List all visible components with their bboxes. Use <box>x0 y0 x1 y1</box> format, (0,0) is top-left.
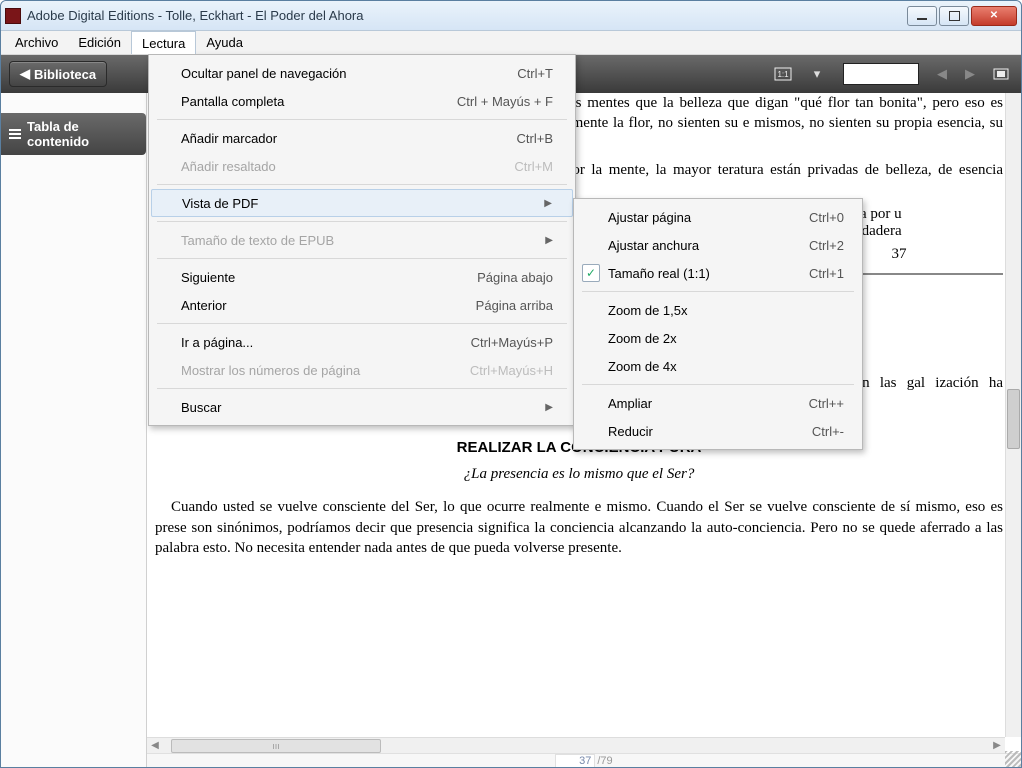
submenu-item[interactable]: Ajustar páginaCtrl+0 <box>574 203 862 231</box>
triangle-left-icon: ◀ <box>20 66 30 82</box>
submenu-item[interactable]: Zoom de 1,5x <box>574 296 862 324</box>
menu-item[interactable]: Ocultar panel de navegaciónCtrl+T <box>149 59 575 87</box>
submenu-item-shortcut: Ctrl+2 <box>809 238 844 253</box>
submenu-item-label: Zoom de 2x <box>608 331 844 346</box>
submenu-item-label: Ampliar <box>608 396 809 411</box>
menu-item-shortcut: Página arriba <box>476 298 553 313</box>
check-icon: ✓ <box>582 264 600 282</box>
menu-item-label: Pantalla completa <box>181 94 457 109</box>
window-title: Adobe Digital Editions - Tolle, Eckhart … <box>27 8 907 23</box>
svg-text:1:1: 1:1 <box>777 70 789 79</box>
status-bar: 37 / 79 <box>147 753 1021 767</box>
prev-page-button[interactable]: ◀ <box>933 66 951 82</box>
section-subheading: ¿La presencia es lo mismo que el Ser? <box>155 466 1003 483</box>
submenu-item-label: Ajustar página <box>608 210 809 225</box>
chevron-right-icon: ▶ <box>544 198 552 209</box>
body-text: Cuando usted se vuelve consciente del Se… <box>155 497 1003 558</box>
navigation-panel: Tabla de contenido <box>1 93 147 767</box>
menu-item[interactable]: SiguientePágina abajo <box>149 263 575 291</box>
next-page-button[interactable]: ▶ <box>961 66 979 82</box>
close-button[interactable] <box>971 6 1017 26</box>
menu-item-shortcut: Ctrl+M <box>514 159 553 174</box>
library-label: Biblioteca <box>34 67 96 82</box>
scroll-thumb[interactable] <box>1007 389 1020 449</box>
total-pages: 79 <box>600 755 612 767</box>
menu-item[interactable]: Añadir marcadorCtrl+B <box>149 124 575 152</box>
submenu-item[interactable]: Zoom de 4x <box>574 352 862 380</box>
menu-item-label: Mostrar los números de página <box>181 363 470 378</box>
menu-item: Tamaño de texto de EPUB ▶ <box>149 226 575 254</box>
horizontal-scrollbar[interactable]: ◀ ııı ▶ <box>147 737 1005 753</box>
vertical-scrollbar[interactable] <box>1005 93 1021 737</box>
menu-item-label: Siguiente <box>181 270 477 285</box>
submenu-item-label: Reducir <box>608 424 812 439</box>
menu-item[interactable]: Ir a página...Ctrl+Mayús+P <box>149 328 575 356</box>
submenu-item[interactable]: Ajustar anchuraCtrl+2 <box>574 231 862 259</box>
menu-item-shortcut: Ctrl+Mayús+P <box>471 335 553 350</box>
menu-item[interactable]: Vista de PDF ▶ <box>151 189 573 217</box>
menu-item: Mostrar los números de páginaCtrl+Mayús+… <box>149 356 575 384</box>
menu-archivo[interactable]: Archivo <box>5 31 68 54</box>
menu-item-label: Buscar <box>181 400 537 415</box>
menu-item-shortcut: Ctrl+B <box>517 131 553 146</box>
scroll-thumb[interactable]: ııı <box>171 739 381 753</box>
submenu-item-label: Ajustar anchura <box>608 238 809 253</box>
submenu-item[interactable]: Zoom de 2x <box>574 324 862 352</box>
submenu-item-shortcut: Ctrl+0 <box>809 210 844 225</box>
submenu-item-label: Tamaño real (1:1) <box>608 266 809 281</box>
submenu-item-shortcut: Ctrl+- <box>812 424 844 439</box>
menu-item[interactable]: Pantalla completaCtrl + Mayús + F <box>149 87 575 115</box>
dropdown-icon[interactable]: ▾ <box>805 62 829 86</box>
menu-item-shortcut: Ctrl + Mayús + F <box>457 94 553 109</box>
menu-item-shortcut: Página abajo <box>477 270 553 285</box>
toc-tab[interactable]: Tabla de contenido <box>1 113 146 155</box>
menu-item-label: Ocultar panel de navegación <box>181 66 517 81</box>
menu-item[interactable]: Buscar ▶ <box>149 393 575 421</box>
lectura-dropdown: Ocultar panel de navegaciónCtrl+TPantall… <box>148 54 576 426</box>
submenu-item-shortcut: Ctrl+1 <box>809 266 844 281</box>
minimize-button[interactable] <box>907 6 937 26</box>
menubar: Archivo Edición Lectura Ayuda <box>1 31 1021 55</box>
chevron-right-icon: ▶ <box>545 235 553 246</box>
current-page-field[interactable]: 37 <box>555 754 595 768</box>
menu-edicion[interactable]: Edición <box>68 31 131 54</box>
chevron-right-icon: ▶ <box>545 402 553 413</box>
menu-lectura[interactable]: Lectura <box>131 31 196 54</box>
toc-label: Tabla de contenido <box>27 119 138 149</box>
app-icon <box>5 8 21 24</box>
scroll-right-icon[interactable]: ▶ <box>989 740 1005 751</box>
submenu-item-label: Zoom de 4x <box>608 359 844 374</box>
menu-item-label: Añadir resaltado <box>181 159 514 174</box>
submenu-item-label: Zoom de 1,5x <box>608 303 844 318</box>
list-icon <box>9 129 21 139</box>
submenu-item[interactable]: AmpliarCtrl++ <box>574 389 862 417</box>
menu-ayuda[interactable]: Ayuda <box>196 31 253 54</box>
resize-grip[interactable] <box>1005 751 1021 767</box>
actual-size-icon[interactable]: 1:1 <box>771 62 795 86</box>
menu-item-shortcut: Ctrl+T <box>517 66 553 81</box>
titlebar: Adobe Digital Editions - Tolle, Eckhart … <box>1 1 1021 31</box>
menu-item: Añadir resaltadoCtrl+M <box>149 152 575 180</box>
menu-item-label: Anterior <box>181 298 476 313</box>
submenu-item-shortcut: Ctrl++ <box>809 396 844 411</box>
menu-item-label: Añadir marcador <box>181 131 517 146</box>
fullscreen-icon[interactable] <box>989 62 1013 86</box>
submenu-item[interactable]: ReducirCtrl+- <box>574 417 862 445</box>
menu-item[interactable]: AnteriorPágina arriba <box>149 291 575 319</box>
maximize-button[interactable] <box>939 6 969 26</box>
library-button[interactable]: ◀ Biblioteca <box>9 61 107 87</box>
menu-item-label: Ir a página... <box>181 335 471 350</box>
menu-item-label: Tamaño de texto de EPUB <box>181 233 537 248</box>
pdf-view-submenu: Ajustar páginaCtrl+0Ajustar anchuraCtrl+… <box>573 198 863 450</box>
scroll-left-icon[interactable]: ◀ <box>147 740 163 751</box>
menu-item-shortcut: Ctrl+Mayús+H <box>470 363 553 378</box>
menu-item-label: Vista de PDF <box>182 196 536 211</box>
page-number-input[interactable] <box>843 63 919 85</box>
submenu-item[interactable]: ✓ Tamaño real (1:1)Ctrl+1 <box>574 259 862 287</box>
